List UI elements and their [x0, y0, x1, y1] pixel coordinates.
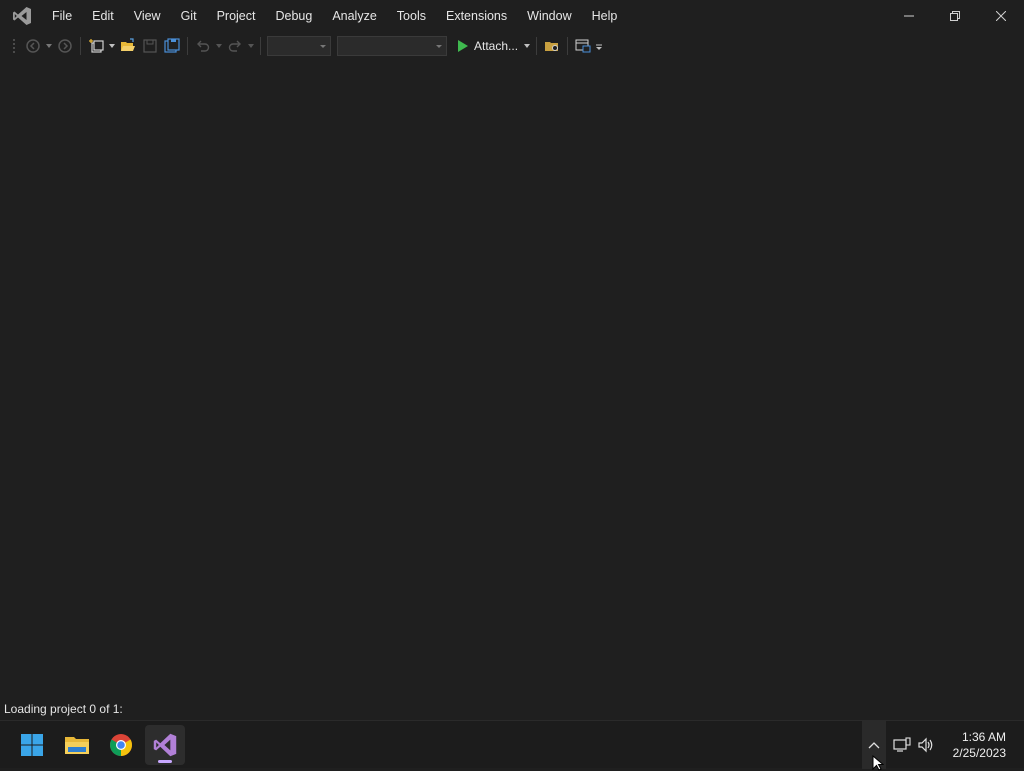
toolbar-separator [80, 37, 81, 55]
navigate-back-button[interactable] [22, 35, 44, 57]
new-item-dropdown[interactable] [107, 35, 117, 57]
title-bar: File Edit View Git Project Debug Analyze… [0, 0, 1024, 32]
visual-studio-icon [153, 733, 177, 757]
find-in-files-button[interactable] [541, 35, 563, 57]
undo-dropdown[interactable] [214, 35, 224, 57]
folder-search-icon [545, 42, 559, 51]
forward-circle-icon [58, 39, 72, 53]
window-layout-icon [575, 39, 591, 53]
clock-time: 1:36 AM [961, 730, 1006, 744]
open-file-button[interactable] [117, 35, 139, 57]
editor-area [0, 60, 1024, 698]
toolbar-overflow-icon [596, 44, 603, 50]
toolbar-options-dropdown[interactable] [594, 35, 604, 57]
menu-project[interactable]: Project [207, 0, 266, 32]
taskbar-file-explorer[interactable] [57, 725, 97, 765]
chevron-down-icon [216, 44, 222, 48]
attach-button[interactable]: Attach... [453, 35, 522, 57]
solution-platform-combo[interactable] [337, 36, 447, 56]
attach-dropdown[interactable] [522, 35, 532, 57]
solution-configuration-combo[interactable] [267, 36, 331, 56]
redo-dropdown[interactable] [246, 35, 256, 57]
speaker-icon [918, 737, 933, 753]
standard-toolbar: Attach... [0, 32, 1024, 60]
menu-bar: File Edit View Git Project Debug Analyze… [42, 0, 627, 32]
menu-extensions[interactable]: Extensions [436, 0, 517, 32]
toolbar-separator [567, 37, 569, 55]
start-button[interactable] [12, 725, 52, 765]
chevron-down-icon [109, 44, 115, 48]
navigate-forward-button[interactable] [54, 35, 76, 57]
save-all-button[interactable] [161, 35, 183, 57]
toolbar-separator [187, 37, 188, 55]
windows-taskbar: 1:36 AM 2/25/2023 [0, 720, 1024, 771]
taskbar-chrome[interactable] [101, 725, 141, 765]
menu-view[interactable]: View [124, 0, 171, 32]
save-all-icon [164, 38, 180, 53]
menu-analyze[interactable]: Analyze [322, 0, 386, 32]
close-icon [996, 11, 1006, 21]
system-clock[interactable]: 1:36 AM 2/25/2023 [953, 729, 1006, 761]
window-controls [886, 0, 1024, 32]
chevron-down-icon [46, 44, 52, 48]
chevron-up-icon [868, 742, 880, 749]
restore-icon [950, 11, 960, 21]
close-button[interactable] [978, 0, 1024, 32]
toolbar-grip[interactable] [12, 38, 16, 54]
status-text: Loading project 0 of 1: [4, 702, 123, 716]
menu-help[interactable]: Help [582, 0, 628, 32]
open-folder-icon [121, 38, 135, 51]
play-icon [458, 40, 468, 52]
visual-studio-logo-icon[interactable] [10, 4, 34, 28]
chevron-down-icon [436, 44, 442, 48]
menu-debug[interactable]: Debug [265, 0, 322, 32]
attach-label: Attach... [474, 39, 519, 53]
redo-button[interactable] [224, 35, 246, 57]
chevron-down-icon [248, 44, 254, 48]
menu-git[interactable]: Git [171, 0, 207, 32]
undo-button[interactable] [192, 35, 214, 57]
chevron-down-icon [320, 44, 326, 48]
menu-tools[interactable]: Tools [387, 0, 436, 32]
network-icon [893, 737, 911, 752]
chevron-down-icon [524, 44, 531, 48]
chrome-icon [110, 734, 132, 756]
window-layout-button[interactable] [572, 35, 594, 57]
file-explorer-icon [65, 737, 89, 754]
windows-start-icon [21, 734, 43, 756]
save-button[interactable] [139, 35, 161, 57]
mouse-cursor-icon [872, 755, 884, 771]
navigate-back-dropdown[interactable] [44, 35, 54, 57]
menu-edit[interactable]: Edit [82, 0, 124, 32]
menu-file[interactable]: File [42, 0, 82, 32]
active-app-indicator [158, 760, 172, 763]
clock-date: 2/25/2023 [952, 746, 1006, 760]
network-tray-button[interactable] [891, 721, 913, 769]
volume-tray-button[interactable] [915, 721, 937, 769]
menu-window[interactable]: Window [517, 0, 581, 32]
toolbar-separator [536, 37, 538, 55]
status-bar: Loading project 0 of 1: [0, 698, 1024, 720]
restore-button[interactable] [932, 0, 978, 32]
taskbar-visual-studio[interactable] [145, 725, 185, 765]
minimize-button[interactable] [886, 0, 932, 32]
new-item-button[interactable] [85, 35, 107, 57]
undo-icon [197, 40, 210, 52]
new-project-icon [89, 39, 104, 53]
back-circle-icon [26, 39, 40, 53]
toolbar-separator [260, 37, 261, 55]
redo-icon [228, 40, 241, 52]
save-icon [143, 39, 157, 53]
minimize-icon [904, 15, 914, 17]
